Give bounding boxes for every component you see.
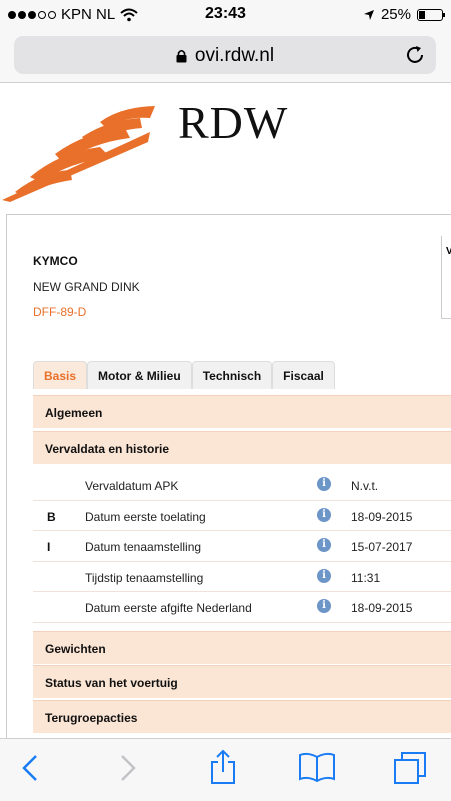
- rdw-logo-text: RDW: [178, 97, 289, 148]
- status-bar: KPN NL 23:43 25%: [0, 0, 451, 30]
- row-label: Datum eerste afgifte Nederland: [85, 601, 252, 615]
- vervaldata-table: Vervaldatum APK i N.v.t. B Datum eerste …: [33, 470, 451, 623]
- address-bar[interactable]: ovi.rdw.nl: [14, 36, 436, 74]
- tab-basis[interactable]: Basis: [33, 361, 88, 389]
- status-right: 25%: [363, 6, 445, 23]
- info-icon[interactable]: i: [317, 507, 331, 522]
- table-row: Datum eerste afgifte Nederland i 18-09-2…: [33, 592, 451, 623]
- share-icon[interactable]: [208, 749, 238, 785]
- vehicle-model: NEW GRAND DINK: [33, 280, 140, 294]
- tab-motor-milieu[interactable]: Motor & Milieu: [87, 361, 192, 389]
- row-value: N.v.t.: [351, 479, 379, 493]
- section-terugroepacties[interactable]: Terugroepacties: [33, 700, 451, 733]
- safari-bottom-toolbar: [0, 738, 451, 801]
- section-title: Terugroepacties: [45, 711, 138, 725]
- lock-icon: [176, 49, 187, 63]
- tab-fiscaal[interactable]: Fiscaal: [272, 361, 335, 389]
- reload-icon[interactable]: [404, 44, 426, 66]
- info-icon[interactable]: i: [317, 477, 331, 491]
- side-panel: V: [441, 236, 451, 319]
- browser-toolbar: ovi.rdw.nl: [0, 30, 451, 83]
- location-arrow-icon: [363, 9, 374, 20]
- section-title: Gewichten: [45, 642, 106, 656]
- table-row: Tijdstip tenaamstelling i 11:31: [33, 562, 451, 592]
- tabs-icon[interactable]: [393, 751, 427, 785]
- table-row: B Datum eerste toelating i 18-09-2015: [33, 501, 451, 531]
- tab-bar: Basis Motor & Milieu Technisch Fiscaal: [33, 361, 335, 389]
- row-value: 11:31: [351, 570, 381, 585]
- battery-icon: [417, 8, 445, 21]
- row-label: Tijdstip tenaamstelling: [85, 570, 204, 585]
- row-code: B: [47, 509, 56, 524]
- row-label: Datum eerste toelating: [85, 509, 206, 524]
- section-algemeen[interactable]: Algemeen: [33, 395, 451, 428]
- row-label: Vervaldatum APK: [85, 479, 179, 493]
- license-plate: DFF-89-D: [33, 305, 87, 319]
- row-value: 15-07-2017: [351, 540, 413, 554]
- info-icon[interactable]: i: [317, 538, 331, 552]
- section-title: Vervaldata en historie: [45, 442, 170, 456]
- table-row: Vervaldatum APK i N.v.t.: [33, 470, 451, 501]
- row-code: I: [47, 540, 51, 554]
- chevron-left-icon[interactable]: [20, 753, 40, 783]
- section-title: Algemeen: [45, 406, 103, 420]
- info-icon[interactable]: i: [317, 568, 331, 583]
- side-panel-label: V: [446, 246, 451, 257]
- book-icon[interactable]: [298, 751, 336, 783]
- battery-percent: 25%: [380, 6, 411, 23]
- chevron-right-icon[interactable]: [118, 753, 138, 783]
- section-status[interactable]: Status van het voertuig: [33, 665, 451, 698]
- vehicle-brand: KYMCO: [33, 254, 78, 268]
- tab-technisch[interactable]: Technisch: [191, 361, 273, 389]
- section-title: Status van het voertuig: [45, 676, 178, 690]
- info-icon[interactable]: i: [317, 599, 331, 613]
- section-gewichten[interactable]: Gewichten: [33, 631, 451, 664]
- row-value: 18-09-2015: [351, 509, 413, 524]
- table-row: I Datum tenaamstelling i 15-07-2017: [33, 531, 451, 562]
- row-label: Datum tenaamstelling: [85, 540, 202, 554]
- section-vervaldata[interactable]: Vervaldata en historie: [33, 431, 451, 464]
- url-text: ovi.rdw.nl: [194, 45, 275, 66]
- row-value: 18-09-2015: [351, 601, 413, 615]
